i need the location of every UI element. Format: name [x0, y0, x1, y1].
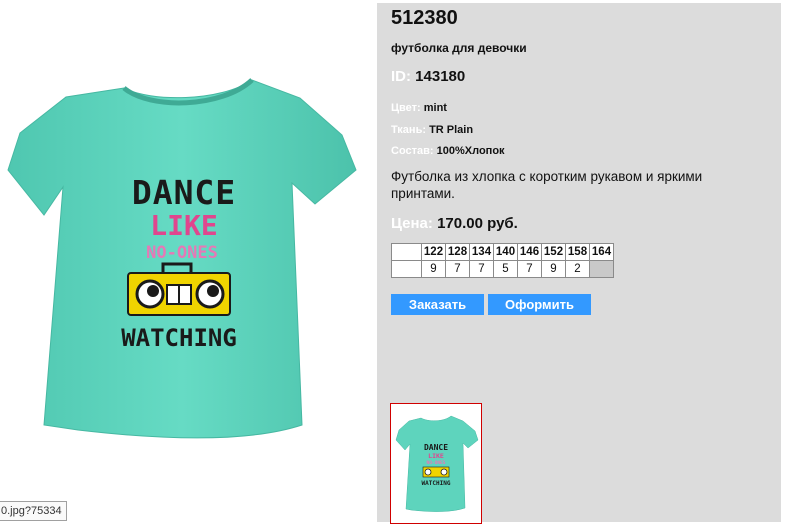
product-price: Цена: 170.00 руб.	[391, 215, 518, 232]
product-photo[interactable]: DANCE LIKE NO-ONES WATCHING	[0, 0, 377, 522]
product-sku: 512380	[391, 7, 458, 29]
size-quantity-row: 9 7 7 5 7 9 2	[391, 260, 614, 278]
size-cell: 128	[445, 243, 470, 261]
thumb-print-line-3: NO-ONES	[427, 460, 446, 466]
product-description: Футболка из хлопка с коротким рукавом и …	[391, 169, 703, 201]
color-attribute: Цвет: mint	[391, 102, 447, 114]
color-label: Цвет:	[391, 102, 421, 114]
quantity-cell[interactable]: 5	[493, 260, 518, 278]
color-value: mint	[423, 102, 447, 114]
price-label: Цена:	[391, 215, 433, 232]
composition-value: 100%Хлопок	[436, 145, 505, 157]
thumb-print-line-4: WATCHING	[422, 480, 451, 487]
size-cell: 152	[541, 243, 566, 261]
quantity-cell[interactable]: 2	[565, 260, 590, 278]
id-value: 143180	[415, 68, 466, 85]
thumbnail-photo: DANCE LIKE NO-ONES WATCHING	[395, 415, 479, 512]
size-cell: 164	[589, 243, 614, 261]
size-cell: 158	[565, 243, 590, 261]
quantity-cell[interactable]: 7	[469, 260, 494, 278]
print-line-2: LIKE	[150, 209, 217, 242]
price-value: 170.00 руб.	[437, 215, 518, 232]
print-line-1: DANCE	[132, 173, 236, 212]
size-stock-table: 122 128 134 140 146 152 158 164 9 7 7 5 …	[391, 243, 614, 278]
quantity-cell-unavailable	[589, 260, 614, 278]
fabric-value: TR Plain	[429, 124, 474, 136]
order-button[interactable]: Заказать	[391, 294, 484, 315]
product-thumbnail[interactable]: DANCE LIKE NO-ONES WATCHING	[390, 403, 482, 524]
quantity-cell[interactable]: 9	[421, 260, 446, 278]
thumb-print-line-1: DANCE	[424, 443, 448, 452]
quantity-cell[interactable]: 7	[517, 260, 542, 278]
id-label: ID:	[391, 68, 411, 85]
composition-label: Состав:	[391, 145, 434, 157]
size-cell: 134	[469, 243, 494, 261]
thumb-print-line-2: LIKE	[428, 452, 444, 460]
product-subtitle: футболка для девочки	[391, 41, 527, 55]
size-header-row: 122 128 134 140 146 152 158 164	[391, 243, 614, 261]
print-line-4: WATCHING	[121, 324, 237, 352]
size-cell: 140	[493, 243, 518, 261]
fabric-label: Ткань:	[391, 124, 426, 136]
print-line-3: NO-ONES	[146, 243, 218, 263]
image-url-tooltip: 0.jpg?75334	[0, 501, 67, 521]
size-cell: 146	[517, 243, 542, 261]
product-id: ID: 143180	[391, 68, 465, 85]
product-image-panel: DANCE LIKE NO-ONES WATCHING 0.jpg?75334	[0, 0, 377, 522]
checkout-button[interactable]: Оформить	[488, 294, 591, 315]
product-info-panel: 512380 футболка для девочки ID: 143180 Ц…	[377, 3, 781, 524]
fabric-attribute: Ткань: TR Plain	[391, 124, 473, 136]
quantity-cell[interactable]: 7	[445, 260, 470, 278]
table-row-label-cell	[391, 260, 422, 278]
size-cell: 122	[421, 243, 446, 261]
quantity-cell[interactable]: 9	[541, 260, 566, 278]
composition-attribute: Состав: 100%Хлопок	[391, 145, 505, 157]
table-corner-cell	[391, 243, 422, 261]
